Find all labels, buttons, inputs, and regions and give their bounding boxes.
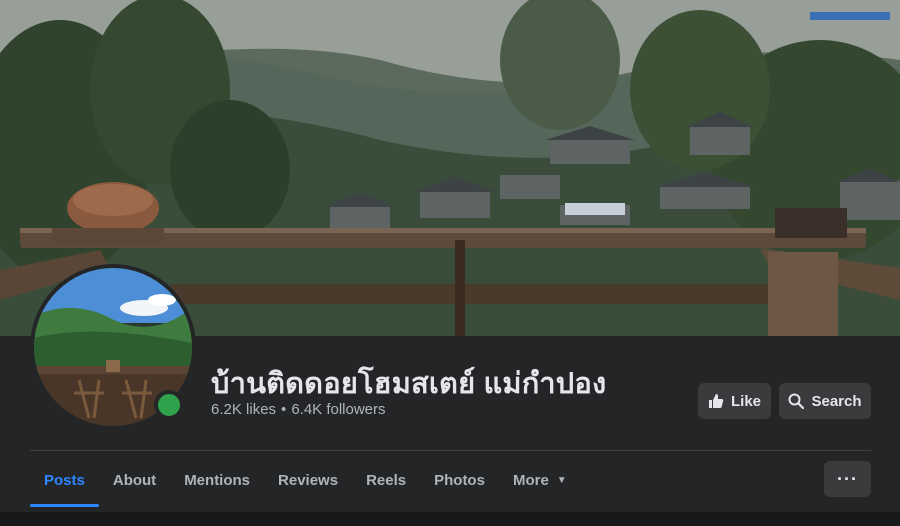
header-divider bbox=[30, 450, 871, 451]
caret-down-icon: ▼ bbox=[556, 474, 567, 486]
tab-label: About bbox=[112, 471, 157, 489]
thumbs-up-icon bbox=[708, 393, 724, 409]
page-title: บ้านติดดอยโฮมสเตย์ แม่กำปอง bbox=[211, 368, 607, 400]
likes-count[interactable]: 6.2K likes bbox=[211, 401, 276, 418]
followers-count[interactable]: 6.4K followers bbox=[291, 401, 385, 418]
page-tabs: Posts About Mentions Reviews Reels Photo… bbox=[30, 455, 581, 507]
search-icon bbox=[788, 393, 805, 409]
tab-about[interactable]: About bbox=[99, 455, 170, 505]
tab-reviews[interactable]: Reviews bbox=[264, 455, 352, 505]
search-button[interactable]: Search bbox=[779, 383, 871, 419]
more-options-button[interactable]: ··· bbox=[824, 461, 871, 497]
tab-label: More bbox=[512, 471, 549, 489]
more-options-icon: ··· bbox=[837, 468, 858, 489]
tab-more[interactable]: More ▼ bbox=[499, 455, 581, 505]
tab-label: Reels bbox=[366, 471, 407, 489]
tab-photos[interactable]: Photos bbox=[420, 455, 499, 505]
tab-label: Mentions bbox=[184, 471, 251, 489]
content-area-edge bbox=[0, 512, 900, 526]
like-button-label: Like bbox=[730, 392, 761, 410]
tab-reels[interactable]: Reels bbox=[352, 455, 420, 505]
like-button[interactable]: Like bbox=[698, 383, 771, 419]
tab-posts[interactable]: Posts bbox=[30, 455, 99, 507]
search-button-label: Search bbox=[811, 392, 862, 410]
tab-mentions[interactable]: Mentions bbox=[170, 455, 264, 505]
tab-label: Reviews bbox=[278, 471, 339, 489]
page-stats: 6.2K likes • 6.4K followers bbox=[211, 401, 386, 418]
tab-label: Photos bbox=[434, 471, 485, 489]
online-status-indicator bbox=[154, 390, 184, 420]
stats-separator: • bbox=[281, 401, 287, 418]
tab-label: Posts bbox=[44, 471, 85, 489]
